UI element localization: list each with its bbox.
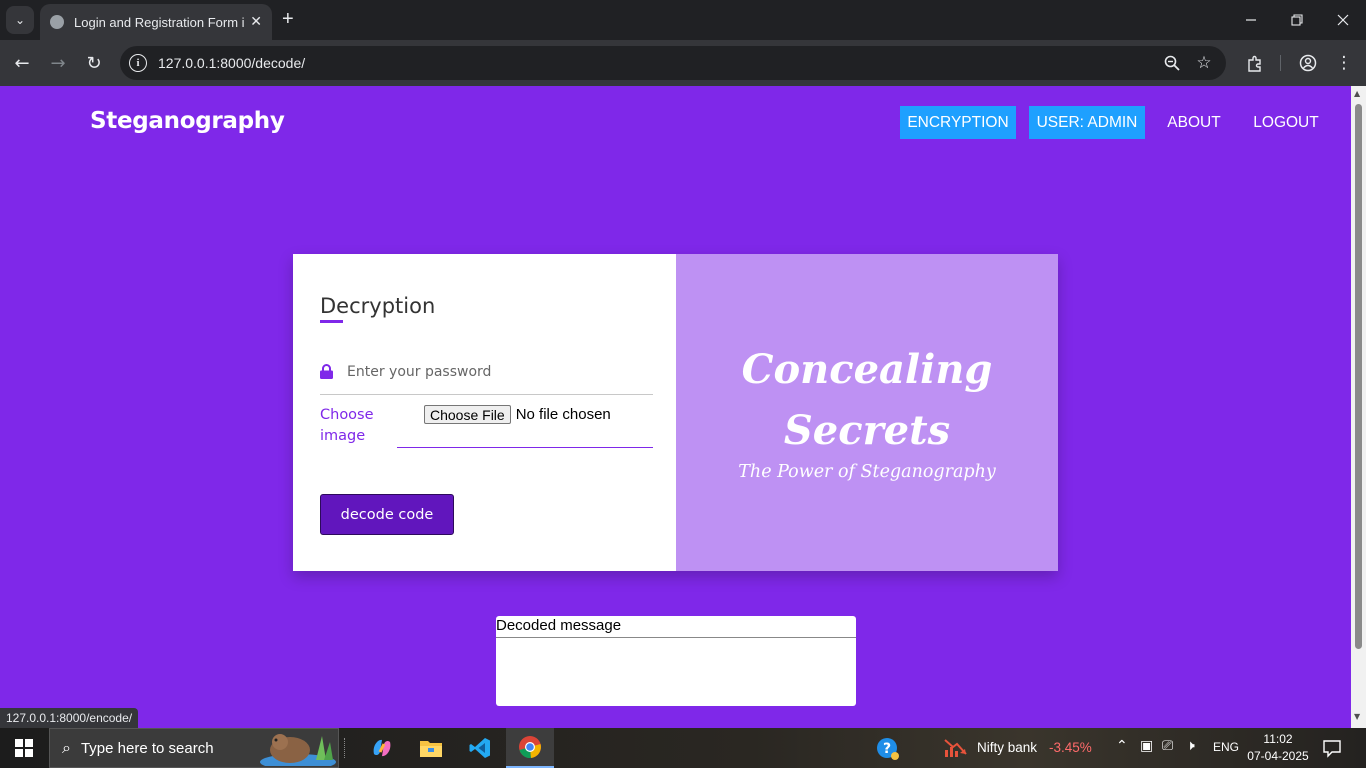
search-highlight-image — [260, 734, 336, 766]
taskbar-divider — [344, 738, 346, 758]
choose-image-label: Choose image — [320, 407, 374, 444]
vscode-icon — [469, 738, 490, 758]
start-button[interactable] — [0, 728, 48, 768]
tab-title: Login and Registration Form in — [74, 14, 245, 30]
page-scrollbar[interactable]: ▲ ▼ — [1351, 86, 1366, 728]
clock-time: 11:02 — [1263, 732, 1293, 746]
chevron-down-icon: ⌄ — [14, 13, 26, 27]
notifications-icon[interactable] — [1322, 738, 1342, 762]
minimize-icon — [1246, 19, 1256, 21]
meet-now-icon[interactable]: ▣ — [1140, 738, 1153, 754]
minimize-button[interactable] — [1228, 0, 1274, 40]
restore-icon — [1291, 14, 1303, 26]
close-window-button[interactable] — [1320, 0, 1366, 40]
help-icon[interactable]: ? — [876, 737, 900, 765]
decoded-message-label: Decoded message — [496, 617, 622, 634]
decoded-message-divider — [496, 637, 856, 638]
hero-panel: Concealing Secrets The Power of Steganog… — [676, 254, 1058, 571]
tab-close-icon[interactable]: ✕ — [250, 14, 262, 30]
nav-encryption[interactable]: ENCRYPTION — [900, 106, 1016, 139]
hero-line-2: Secrets — [783, 407, 951, 454]
status-bar-url: 127.0.0.1:8000/encode/ — [0, 708, 139, 728]
taskbar-chrome[interactable] — [506, 728, 554, 768]
toolbar-divider — [1280, 55, 1281, 71]
taskbar: ⌕ Type here to search ? Nifty bank -3.45… — [0, 728, 1366, 768]
tab-search-button[interactable]: ⌄ — [6, 6, 34, 34]
taskbar-vscode[interactable] — [456, 728, 504, 768]
url-text: 127.0.0.1:8000/decode/ — [158, 55, 306, 71]
ticker-name[interactable]: Nifty bank — [977, 740, 1037, 755]
scroll-down-icon[interactable]: ▼ — [1354, 712, 1360, 721]
globe-icon — [50, 15, 64, 29]
search-icon: ⌕ — [62, 738, 71, 757]
arrow-left-icon: ← — [14, 52, 30, 74]
browser-tab[interactable]: Login and Registration Form in ✕ — [40, 4, 272, 40]
svg-text:?: ? — [883, 741, 891, 757]
site-brand[interactable]: Steganography — [90, 108, 285, 134]
folder-icon — [420, 741, 442, 757]
password-input[interactable] — [347, 358, 653, 386]
nav-user-admin[interactable]: USER: ADMIN — [1029, 106, 1145, 139]
tab-bar: ⌄ Login and Registration Form in ✕ + — [0, 0, 1366, 40]
arrow-right-icon: → — [50, 52, 66, 74]
windows-icon — [15, 739, 33, 757]
address-bar[interactable]: i 127.0.0.1:8000/decode/ — [120, 46, 1226, 80]
ticker-change: -3.45% — [1049, 740, 1092, 755]
clock[interactable]: 11:02 07-04-2025 — [1240, 731, 1316, 765]
lock-icon — [320, 364, 333, 379]
password-underline — [320, 394, 653, 395]
bookmark-star-icon[interactable]: ☆ — [1192, 51, 1216, 75]
site-info-icon[interactable]: i — [129, 54, 147, 72]
chevron-up-icon[interactable]: ⌃ — [1116, 738, 1128, 754]
reload-icon: ↻ — [86, 52, 102, 74]
nav-logout[interactable]: LOGOUT — [1246, 106, 1326, 139]
zoom-icon[interactable] — [1160, 51, 1184, 75]
decryption-form: Decryption Choose image Choose File No f… — [293, 254, 676, 571]
close-icon — [1337, 14, 1349, 26]
scroll-up-icon[interactable]: ▲ — [1354, 89, 1360, 98]
decryption-card: Decryption Choose image Choose File No f… — [293, 254, 1058, 571]
scroll-thumb[interactable] — [1355, 104, 1362, 649]
restore-button[interactable] — [1274, 0, 1320, 40]
search-placeholder: Type here to search — [80, 739, 214, 757]
hero-line-1: Concealing — [741, 346, 993, 393]
nav-about[interactable]: ABOUT — [1160, 106, 1228, 139]
file-input[interactable]: Choose File No file chosen — [424, 405, 611, 424]
profile-icon[interactable] — [1296, 51, 1320, 75]
speaker-muted-icon[interactable]: 🕨 — [1186, 738, 1195, 754]
reload-button[interactable]: ↻ — [82, 51, 106, 75]
chrome-icon — [519, 736, 541, 759]
back-button[interactable]: ← — [10, 51, 34, 75]
file-status: No file chosen — [515, 406, 611, 423]
decode-button[interactable]: decode code — [320, 494, 454, 535]
browser-menu-icon[interactable]: ⋮ — [1332, 51, 1356, 75]
browser-toolbar: ← → ↻ i 127.0.0.1:8000/decode/ ☆ ⋮ — [0, 40, 1366, 86]
stock-down-icon — [944, 738, 968, 762]
forward-button[interactable]: → — [46, 51, 70, 75]
taskbar-file-explorer[interactable] — [407, 728, 455, 768]
page: Steganography ENCRYPTION USER: ADMIN ABO… — [0, 86, 1351, 728]
extensions-icon[interactable] — [1242, 51, 1266, 75]
clock-date: 07-04-2025 — [1247, 749, 1309, 763]
new-tab-button[interactable]: + — [282, 8, 294, 31]
copilot-icon — [373, 739, 391, 757]
title-underline — [320, 320, 343, 323]
taskbar-copilot[interactable] — [358, 728, 406, 768]
network-icon[interactable]: ⎚ — [1162, 738, 1173, 754]
file-underline — [397, 447, 653, 448]
choose-file-button[interactable]: Choose File — [424, 405, 511, 424]
hero-subtitle: The Power of Steganography — [738, 462, 996, 482]
decoded-message-box[interactable]: Decoded message — [496, 616, 856, 706]
language-indicator[interactable]: ENG — [1213, 740, 1239, 754]
form-title: Decryption — [320, 294, 436, 318]
